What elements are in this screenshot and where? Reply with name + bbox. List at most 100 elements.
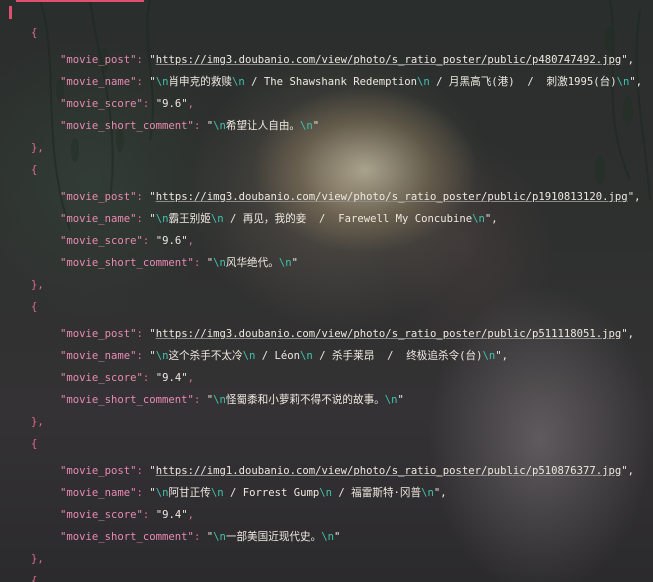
string-value: / The Shawshank Redemption (244, 76, 418, 88)
json-key: "movie_short_comment" (60, 394, 194, 406)
poster-url-link[interactable]: https://img3.doubanio.com/view/photo/s_r… (156, 54, 622, 66)
colon: : (142, 235, 156, 247)
json-key: "movie_short_comment" (60, 120, 194, 132)
movie-comment-line[interactable]: "movie_short_comment": "\n风华绝代。\n" (60, 254, 298, 272)
escape-sequence: \n (155, 350, 169, 362)
movie-name-line[interactable]: "movie_name": "\n这个杀手不太冷\n / Léon\n / 杀手… (60, 347, 508, 365)
movie-score-line[interactable]: "movie_score": "9.4", (60, 369, 194, 387)
poster-url-link[interactable]: https://img3.doubanio.com/view/photo/s_r… (156, 328, 622, 340)
movie-post-line[interactable]: "movie_post": "https://img3.doubanio.com… (60, 51, 634, 69)
colon: : (136, 213, 150, 225)
escape-sequence: \n (213, 120, 226, 132)
escape-sequence: \n (321, 531, 334, 543)
open-brace: { (31, 27, 38, 39)
movie-post-line[interactable]: "movie_post": "https://img3.doubanio.com… (60, 325, 634, 343)
poster-url-link[interactable]: https://img3.doubanio.com/view/photo/s_r… (156, 191, 628, 203)
movie-name-line[interactable]: "movie_name": "\n肖申克的救赎\n / The Shawshan… (60, 73, 642, 91)
movie-comment-line[interactable]: "movie_short_comment": "\n一部美国近现代史。\n" (60, 528, 340, 546)
movie-name-line[interactable]: "movie_name": "\n霸王别姬\n / 再见，我的妾 / Farew… (60, 210, 498, 228)
string-tail: ", (621, 328, 635, 340)
movie-score-line[interactable]: "movie_score": "9.4", (60, 506, 194, 524)
close-brace-line[interactable]: }, (31, 550, 44, 568)
string-value: / 月黑高飞(港) / 刺激1995(台) (429, 76, 617, 88)
string-value: 这个杀手不太冷 (168, 350, 243, 362)
escape-sequence: \n (300, 120, 313, 132)
movie-comment-line[interactable]: "movie_short_comment": "\n怪蜀黍和小萝莉不得不说的故事… (60, 391, 404, 409)
escape-sequence: \n (482, 350, 496, 362)
string-value: 一部美国近现代史。 (225, 531, 322, 543)
string-value: / Forrest Gump (223, 487, 320, 499)
string-tail: ", (621, 54, 635, 66)
movie-post-line[interactable]: "movie_post": "https://img1.doubanio.com… (60, 462, 634, 480)
json-key: "movie_score" (60, 372, 143, 384)
code-editor[interactable]: {"movie_post": "https://img3.doubanio.co… (0, 0, 653, 582)
movie-comment-line[interactable]: "movie_short_comment": "\n希望让人自由。\n" (60, 117, 319, 135)
string-value: / Léon (255, 350, 301, 362)
json-key: "movie_score" (60, 98, 143, 110)
open-brace-line[interactable]: { (31, 572, 37, 582)
string-tail: ", (495, 350, 509, 362)
string-value: 肖申克的救赎 (168, 76, 233, 88)
colon: : (136, 328, 150, 340)
colon: : (193, 120, 207, 132)
poster-url-link[interactable]: https://img1.doubanio.com/view/photo/s_r… (156, 465, 622, 477)
string-value: 风华绝代。 (225, 257, 279, 269)
string-value: 怪蜀黍和小萝莉不得不说的故事。 (225, 394, 385, 406)
colon: : (136, 191, 150, 203)
comma: , (187, 372, 194, 384)
string-tail: ", (627, 191, 641, 203)
json-key: "movie_name" (60, 350, 137, 362)
movie-name-line[interactable]: "movie_name": "\n阿甘正传\n / Forrest Gump\n… (60, 484, 447, 502)
json-key: "movie_short_comment" (60, 531, 194, 543)
open-brace: { (31, 301, 38, 313)
colon: : (136, 487, 150, 499)
close-brace-line[interactable]: }, (31, 139, 44, 157)
string-value: 希望让人自由。 (225, 120, 301, 132)
colon: : (136, 465, 150, 477)
open-brace-line[interactable]: { (31, 161, 37, 179)
open-brace: { (31, 164, 38, 176)
close-brace-line[interactable]: }, (31, 413, 44, 431)
escape-sequence: \n (616, 76, 630, 88)
quote: " (312, 120, 320, 132)
escape-sequence: \n (319, 487, 333, 499)
string-value: / 再见，我的妾 / Farewell My Concubine (223, 213, 473, 225)
string-tail: ", (621, 465, 635, 477)
close-brace: }, (31, 553, 44, 565)
string-value: / 杀手莱昂 / 终极追杀令(台) (312, 350, 483, 362)
string-value: / 福雷斯特·冈普 (332, 487, 422, 499)
close-brace-line[interactable]: }, (31, 276, 44, 294)
escape-sequence: \n (242, 350, 256, 362)
json-key: "movie_name" (60, 487, 137, 499)
escape-sequence: \n (300, 350, 313, 362)
escape-sequence: \n (232, 76, 245, 88)
json-key: "movie_score" (60, 235, 143, 247)
open-brace-line[interactable]: { (31, 298, 37, 316)
quote: " (333, 531, 341, 543)
json-key: "movie_short_comment" (60, 257, 194, 269)
string-value: "9.6" (155, 98, 188, 110)
json-key: "movie_score" (60, 509, 143, 521)
escape-sequence: \n (155, 76, 169, 88)
comma: , (187, 98, 194, 110)
close-brace: }, (31, 416, 44, 428)
open-brace: { (31, 438, 38, 450)
escape-sequence: \n (213, 257, 226, 269)
string-tail: ", (629, 76, 643, 88)
string-tail: ", (484, 213, 498, 225)
escape-sequence: \n (210, 213, 224, 225)
active-tab-indicator (16, 0, 144, 2)
comma: , (187, 509, 194, 521)
string-value: "9.4" (155, 372, 188, 384)
open-brace-line[interactable]: { (31, 24, 37, 42)
text-cursor (9, 6, 12, 19)
colon: : (193, 394, 207, 406)
movie-score-line[interactable]: "movie_score": "9.6", (60, 232, 194, 250)
movie-post-line[interactable]: "movie_post": "https://img3.doubanio.com… (60, 188, 640, 206)
json-key: "movie_post" (60, 191, 137, 203)
close-brace: }, (31, 142, 44, 154)
escape-sequence: \n (213, 531, 226, 543)
colon: : (136, 54, 150, 66)
movie-score-line[interactable]: "movie_score": "9.6", (60, 95, 194, 113)
open-brace-line[interactable]: { (31, 435, 37, 453)
